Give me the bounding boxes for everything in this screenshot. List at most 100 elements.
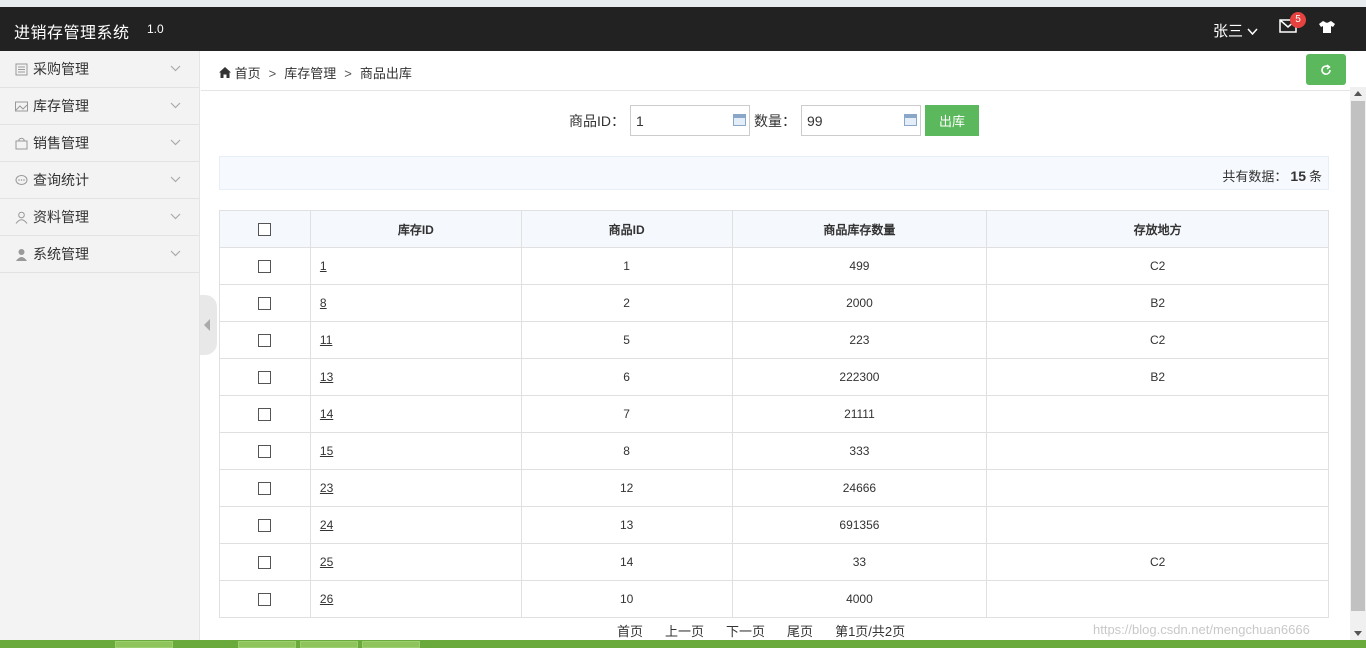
stock-id-link[interactable]: 24 — [320, 518, 333, 532]
stock-id-link[interactable]: 25 — [320, 555, 333, 569]
table-row: 11 5 223 C2 — [219, 321, 1329, 359]
product-id-cell: 10 — [520, 580, 733, 618]
row-select-cell — [219, 432, 311, 470]
first-page-link[interactable]: 首页 — [617, 624, 643, 639]
row-checkbox[interactable] — [258, 297, 272, 311]
quantity-cell: 24666 — [731, 469, 988, 507]
row-checkbox[interactable] — [258, 556, 272, 570]
breadcrumb: 首页 > 库存管理 > 商品出库 — [219, 63, 412, 82]
row-select-cell — [219, 284, 311, 322]
stock-id-cell: 8 — [309, 284, 522, 322]
sidebar-item-label: 查询统计 — [33, 172, 89, 188]
row-select-cell — [219, 247, 311, 285]
product-id-cell: 6 — [520, 358, 733, 396]
sidebar-collapse-toggle[interactable] — [200, 295, 217, 355]
stock-id-link[interactable]: 23 — [320, 481, 333, 495]
location-cell: C2 — [986, 247, 1329, 285]
stock-id-link[interactable]: 11 — [320, 333, 332, 347]
inventory-table: 库存ID 商品ID 商品库存数量 存放地方 1 1 499 C2 8 2 2000 B2 11 5… — [219, 210, 1329, 618]
taskbar-item[interactable] — [238, 641, 296, 648]
calendar-icon[interactable] — [904, 114, 917, 126]
pagination: 首页 上一页 下一页 尾页 第1页/共2页 — [617, 621, 905, 640]
row-checkbox[interactable] — [258, 519, 272, 533]
table-row: 8 2 2000 B2 — [219, 284, 1329, 322]
scroll-thumb[interactable] — [1351, 101, 1365, 611]
scroll-up-icon[interactable] — [1354, 91, 1362, 96]
stock-id-cell: 13 — [309, 358, 522, 396]
row-select-cell — [219, 543, 311, 581]
stock-id-link[interactable]: 14 — [320, 407, 333, 421]
sidebar-item-label: 库存管理 — [33, 98, 89, 114]
sidebar-item-inventory[interactable]: 库存管理 — [0, 88, 199, 125]
row-checkbox[interactable] — [258, 408, 272, 422]
chevron-down-icon — [170, 236, 181, 273]
product-id-cell: 2 — [520, 284, 733, 322]
calendar-icon[interactable] — [733, 114, 746, 126]
shirt-icon[interactable] — [1318, 20, 1336, 36]
browser-strip — [0, 0, 1366, 7]
stock-id-cell: 25 — [309, 543, 522, 581]
stock-id-link[interactable]: 13 — [320, 370, 333, 384]
product-id-cell: 12 — [520, 469, 733, 507]
table-row: 23 12 24666 — [219, 469, 1329, 507]
quantity-cell: 33 — [731, 543, 988, 581]
count-value: 15 — [1290, 168, 1306, 184]
row-checkbox[interactable] — [258, 371, 272, 385]
scroll-down-icon[interactable] — [1354, 631, 1362, 636]
count-suffix: 条 — [1308, 169, 1322, 184]
breadcrumb-inventory[interactable]: 库存管理 — [284, 66, 336, 81]
product-id-cell: 8 — [520, 432, 733, 470]
table-row: 25 14 33 C2 — [219, 543, 1329, 581]
sidebar-item-label: 采购管理 — [33, 61, 89, 77]
breadcrumb-current: 商品出库 — [359, 66, 412, 81]
sidebar-item-purchase[interactable]: 采购管理 — [0, 51, 199, 88]
quantity-cell: 4000 — [731, 580, 988, 618]
table-row: 1 1 499 C2 — [219, 247, 1329, 285]
table-row: 26 10 4000 — [219, 580, 1329, 618]
column-header: 商品ID — [520, 210, 733, 248]
row-checkbox[interactable] — [258, 445, 272, 459]
chevron-down-icon — [170, 125, 181, 162]
app-title: 进销存管理系统 — [14, 25, 130, 42]
taskbar-item[interactable] — [115, 641, 173, 648]
row-checkbox[interactable] — [258, 593, 272, 607]
select-all-checkbox[interactable] — [258, 223, 272, 237]
refresh-button[interactable] — [1306, 54, 1346, 85]
quantity-cell: 223 — [731, 321, 988, 359]
stock-id-link[interactable]: 1 — [320, 259, 327, 273]
row-select-cell — [219, 506, 311, 544]
refresh-icon — [1321, 64, 1331, 75]
row-checkbox[interactable] — [258, 334, 272, 348]
next-page-link[interactable]: 下一页 — [726, 624, 765, 639]
sidebar-item-sales[interactable]: 销售管理 — [0, 125, 199, 162]
prev-page-link[interactable]: 上一页 — [665, 624, 704, 639]
vertical-scrollbar[interactable] — [1350, 87, 1366, 640]
row-checkbox[interactable] — [258, 482, 272, 496]
quantity-input[interactable] — [801, 105, 921, 136]
stock-id-link[interactable]: 15 — [320, 444, 333, 458]
last-page-link[interactable]: 尾页 — [787, 624, 813, 639]
sidebar-item-data[interactable]: 资料管理 — [0, 199, 199, 236]
sidebar-item-system[interactable]: 系统管理 — [0, 236, 199, 273]
quantity-cell: 2000 — [731, 284, 988, 322]
product-id-input[interactable] — [630, 105, 750, 136]
quantity-label: 数量： — [754, 113, 796, 129]
sidebar-item-query[interactable]: 查询统计 — [0, 162, 199, 199]
user-solid-icon — [15, 248, 28, 261]
product-id-cell: 7 — [520, 395, 733, 433]
location-cell — [986, 469, 1329, 507]
stock-id-link[interactable]: 26 — [320, 592, 333, 606]
table-row: 14 7 21111 — [219, 395, 1329, 433]
record-count: 共有数据： 15 条 — [1222, 166, 1322, 185]
page-info: 第1页/共2页 — [835, 624, 906, 639]
stock-id-link[interactable]: 8 — [320, 296, 327, 310]
row-checkbox[interactable] — [258, 260, 272, 274]
chevron-down-icon — [170, 51, 181, 88]
outbound-button[interactable]: 出库 — [925, 105, 979, 136]
user-menu[interactable]: 张三 — [1213, 20, 1258, 41]
breadcrumb-home[interactable]: 首页 — [235, 66, 261, 81]
chevron-down-icon — [170, 162, 181, 199]
row-select-cell — [219, 395, 311, 433]
taskbar-item[interactable] — [300, 641, 358, 648]
taskbar-item[interactable] — [362, 641, 420, 648]
